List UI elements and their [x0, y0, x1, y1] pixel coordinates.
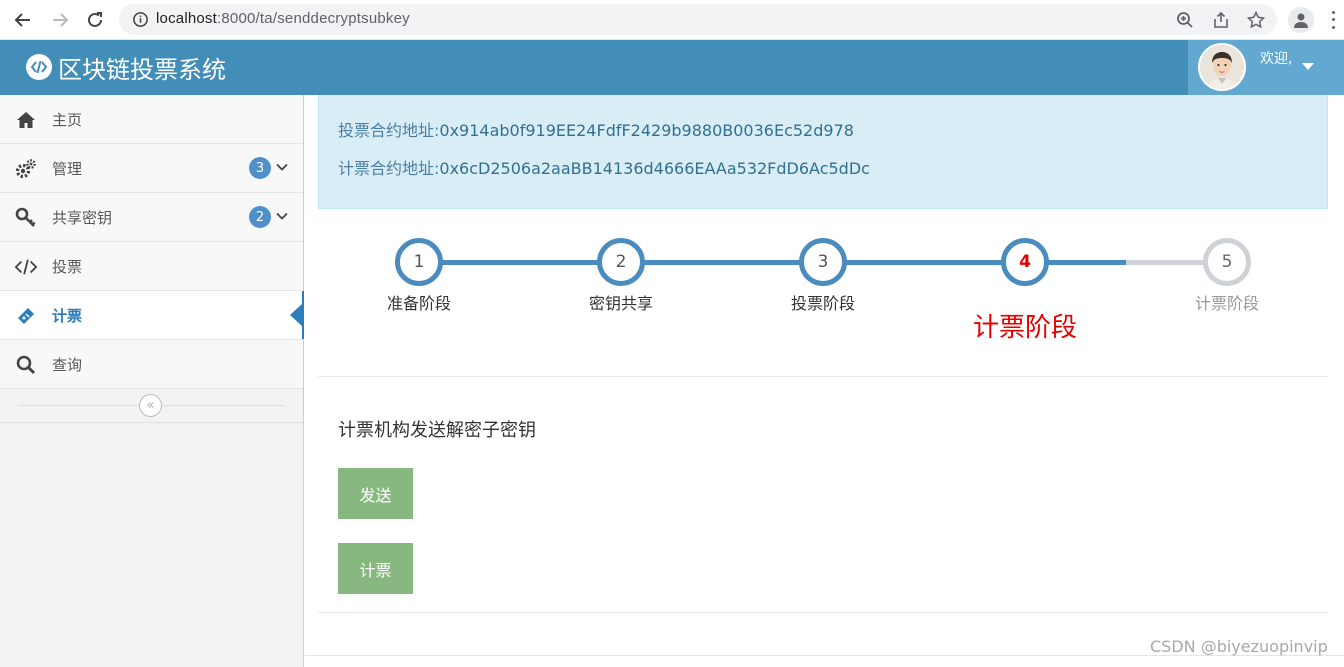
watermark: CSDN @biyezuopinvip [1150, 637, 1328, 656]
count-contract-address: 0x6cD2506a2aaBB14136d4666EAAa532FdD6Ac5d… [439, 159, 870, 178]
current-step-title: 计票阶段 [972, 313, 1077, 343]
count-badge: 2 [249, 206, 271, 228]
url-text[interactable]: localhost:8000/ta/senddecryptsubkey [156, 10, 410, 27]
caret-down-icon[interactable] [1302, 63, 1314, 70]
browser-toolbar: localhost:8000/ta/senddecryptsubkey [0, 0, 1344, 40]
step-circle: 4 [1001, 238, 1049, 286]
chevron-down-icon[interactable] [275, 160, 289, 174]
step-line-done [419, 260, 1025, 265]
vote-contract-address: 0x914ab0f919EE24FdfF2429b9880B0036Ec52d9… [439, 121, 854, 140]
arrow-right-icon [53, 13, 69, 27]
search-icon [15, 354, 37, 376]
sidebar-item-label: 共享密钥 [52, 209, 113, 227]
url-host: localhost [156, 10, 218, 27]
share-button[interactable] [1211, 10, 1231, 30]
step-1: 1 准备阶段 [344, 238, 494, 314]
chevron-down-icon[interactable] [275, 209, 289, 223]
ticket-icon [15, 305, 37, 327]
step-label: 密钥共享 [588, 294, 653, 313]
step-5: 5 计票阶段 [1152, 238, 1302, 314]
arrow-left-icon [14, 13, 30, 27]
address-bar[interactable]: localhost:8000/ta/senddecryptsubkey [119, 4, 1277, 35]
sidebar: 主页 管理 3 共享密钥 2 投票 计票 查询 « [0, 95, 304, 667]
person-icon [1294, 13, 1308, 28]
progress-steps: 1 准备阶段 2 密钥共享 3 投票阶段 4 计票阶段 5 计票阶段 [318, 209, 1328, 377]
url-path: :8000/ta/senddecryptsubkey [217, 10, 410, 27]
sidebar-item-label: 管理 [52, 160, 83, 178]
count-contract-label: 计票合约地址: [338, 159, 440, 178]
step-label: 计票阶段 [1194, 294, 1259, 313]
step-4: 4 [950, 238, 1100, 286]
count-button[interactable]: 计票 [338, 543, 413, 594]
action-panel: 计票机构发送解密子密钥 发送 计票 [318, 377, 1328, 613]
sidebar-item-label: 投票 [52, 258, 83, 276]
brand[interactable]: 区块链投票系统 [26, 50, 226, 84]
share-icon [1214, 11, 1228, 28]
sidebar-item-manage[interactable]: 管理 3 [0, 144, 303, 193]
step-2: 2 密钥共享 [546, 238, 696, 314]
bookmark-button[interactable] [1246, 10, 1266, 30]
code-icon [15, 256, 37, 278]
vote-contract-label: 投票合约地址: [338, 121, 440, 140]
star-icon [1247, 11, 1265, 29]
zoom-icon [1177, 12, 1193, 28]
step-circle: 1 [395, 238, 443, 286]
step-label: 准备阶段 [386, 294, 451, 313]
sidebar-item-label: 查询 [52, 356, 83, 374]
step-circle: 3 [799, 238, 847, 286]
count-contract-row: 计票合约地址:0x6cD2506a2aaBB14136d4666EAAa532F… [338, 155, 870, 179]
profile-button[interactable] [1288, 7, 1314, 33]
main-content: 投票合约地址:0x914ab0f919EE24FdfF2429b9880B003… [305, 95, 1344, 667]
sidebar-item-home[interactable]: 主页 [0, 95, 303, 144]
home-icon [15, 109, 37, 131]
sidebar-item-label: 主页 [52, 111, 83, 129]
vote-contract-row: 投票合约地址:0x914ab0f919EE24FdfF2429b9880B003… [338, 117, 854, 141]
sidebar-item-vote[interactable]: 投票 [0, 242, 303, 291]
sidebar-item-count[interactable]: 计票 [0, 291, 304, 340]
app-title: 区块链投票系统 [58, 55, 226, 84]
sidebar-item-shared-key[interactable]: 共享密钥 2 [0, 193, 303, 242]
step-label: 投票阶段 [790, 294, 855, 313]
step-circle: 2 [597, 238, 645, 286]
blockchain-logo-icon [26, 54, 52, 80]
count-badge: 3 [249, 157, 271, 179]
sidebar-item-label: 计票 [52, 307, 83, 325]
welcome-text: 欢迎, [1260, 51, 1293, 67]
cogs-icon [15, 158, 37, 180]
contract-info-alert: 投票合约地址:0x914ab0f919EE24FdfF2429b9880B003… [318, 95, 1328, 209]
key-icon [15, 207, 37, 229]
double-chevron-left-icon: « [146, 398, 155, 413]
collapse-sidebar-button[interactable]: « [139, 394, 162, 417]
browser-menu-button[interactable] [1326, 9, 1340, 31]
info-icon[interactable] [132, 11, 149, 28]
user-menu[interactable]: 欢迎, [1188, 40, 1344, 95]
panel-heading: 计票机构发送解密子密钥 [338, 420, 536, 441]
active-indicator [290, 304, 302, 326]
sidebar-collapse-bar: « [0, 389, 303, 423]
step-3: 3 投票阶段 [748, 238, 898, 314]
send-button[interactable]: 发送 [338, 468, 413, 519]
app-header: 区块链投票系统 欢迎, [0, 40, 1344, 95]
zoom-button[interactable] [1175, 10, 1195, 30]
reload-icon [88, 12, 102, 27]
back-button[interactable] [10, 7, 36, 33]
step-circle: 5 [1203, 238, 1251, 286]
forward-button[interactable] [47, 7, 73, 33]
sidebar-item-query[interactable]: 查询 [0, 340, 303, 389]
avatar[interactable] [1198, 43, 1246, 91]
reload-button[interactable] [82, 7, 108, 33]
